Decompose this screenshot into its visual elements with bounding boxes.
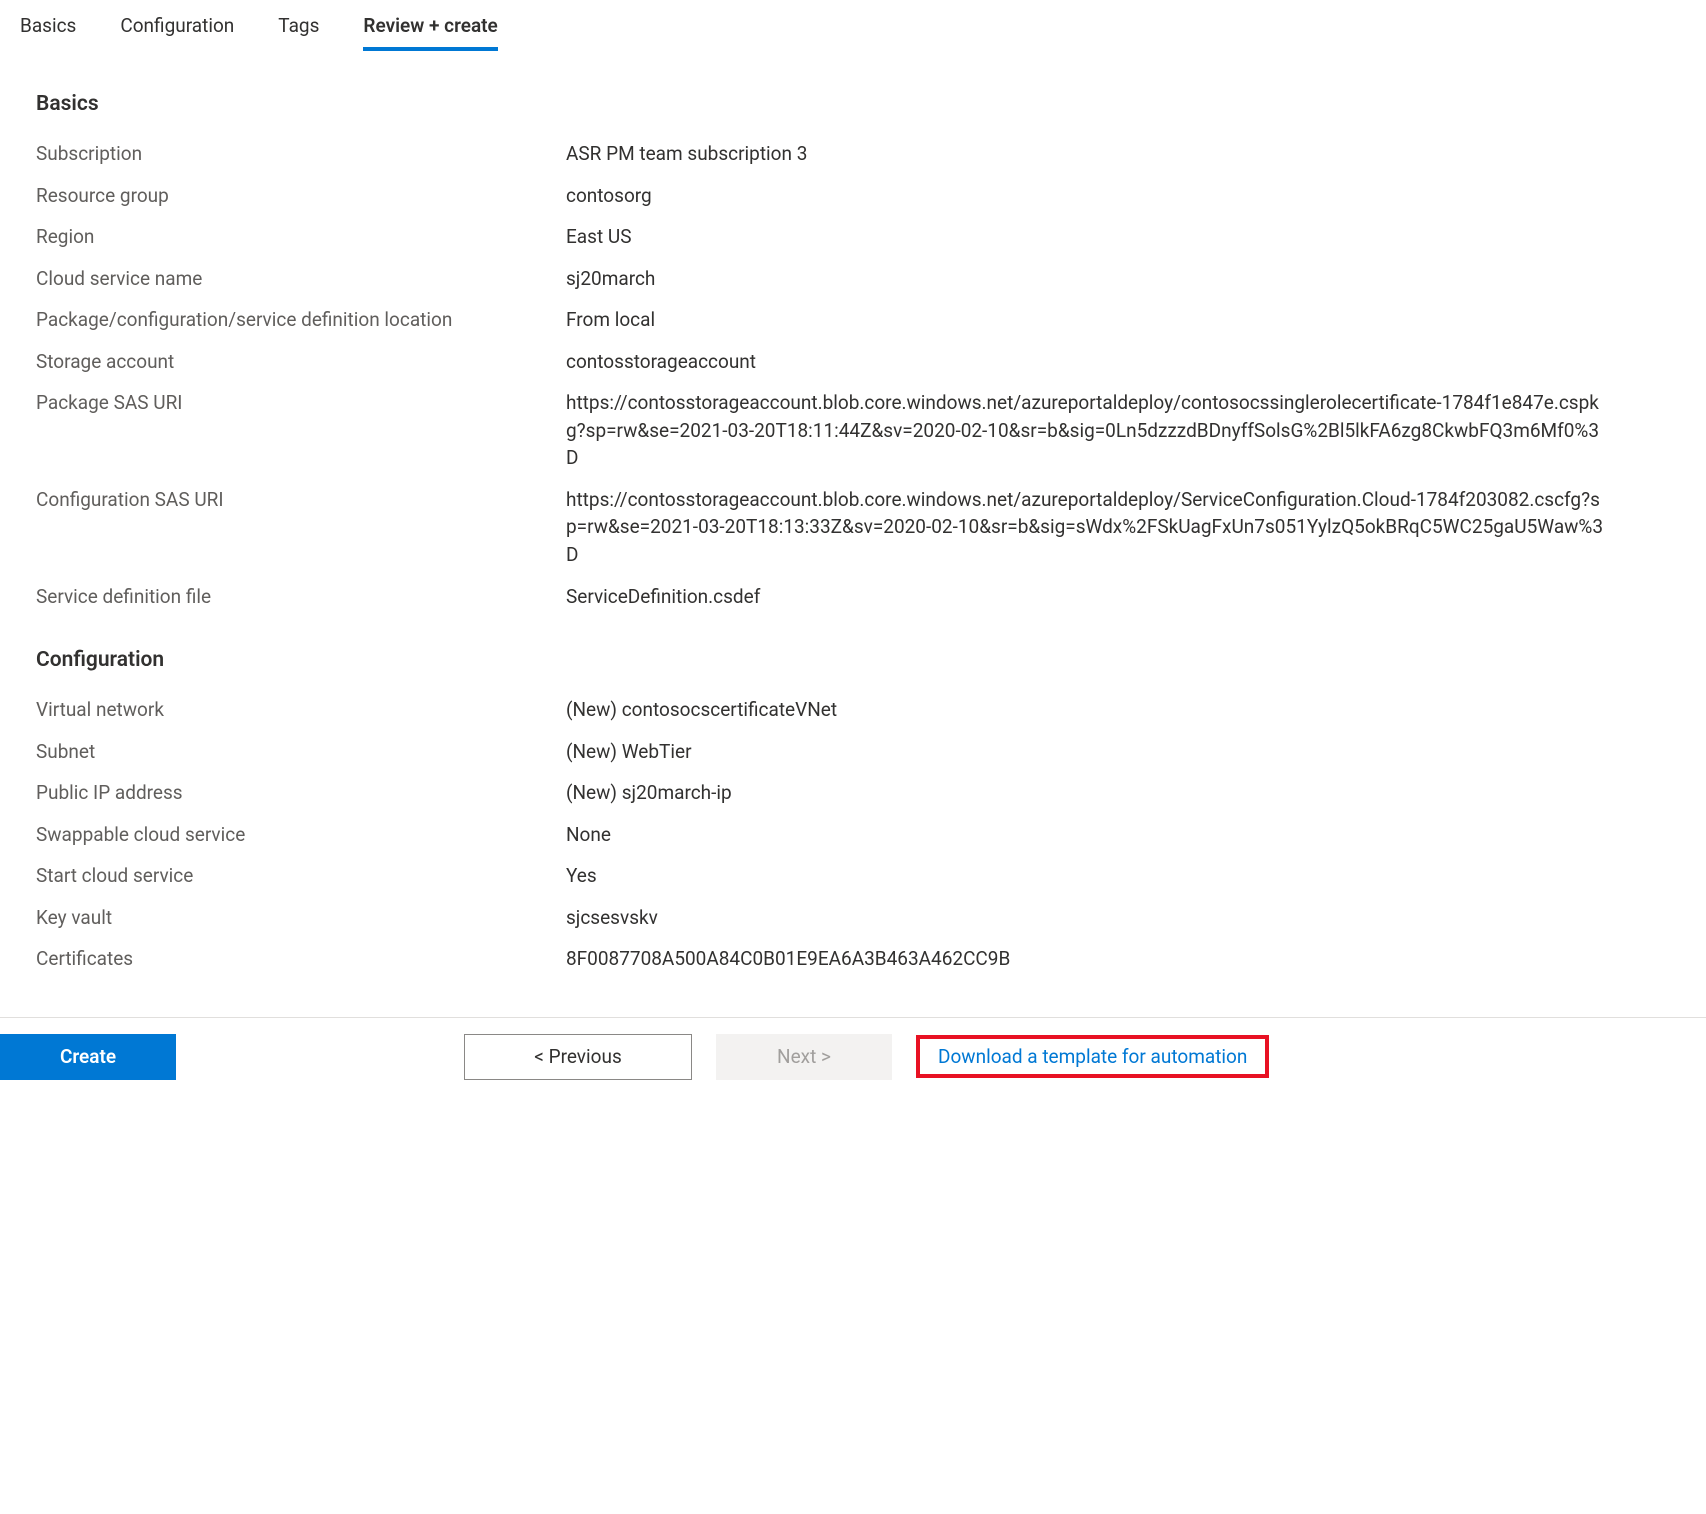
tab-review-create[interactable]: Review + create xyxy=(363,8,497,51)
value-package-location: From local xyxy=(566,306,1670,334)
label-config-sas-uri: Configuration SAS URI xyxy=(36,486,566,514)
value-subscription: ASR PM team subscription 3 xyxy=(566,140,1670,168)
create-button[interactable]: Create xyxy=(0,1034,176,1080)
tab-tags[interactable]: Tags xyxy=(278,8,319,51)
row-service-def-file: Service definition file ServiceDefinitio… xyxy=(36,583,1670,611)
row-cloud-service-name: Cloud service name sj20march xyxy=(36,265,1670,293)
label-resource-group: Resource group xyxy=(36,182,566,210)
value-subnet: (New) WebTier xyxy=(566,738,1670,766)
value-public-ip: (New) sj20march-ip xyxy=(566,779,1670,807)
value-region: East US xyxy=(566,223,1670,251)
tab-configuration[interactable]: Configuration xyxy=(120,8,234,51)
row-start-service: Start cloud service Yes xyxy=(36,862,1670,890)
value-service-def-file: ServiceDefinition.csdef xyxy=(566,583,1670,611)
value-virtual-network: (New) contosocscertificateVNet xyxy=(566,696,1670,724)
footer-bar: Create < Previous Next > Download a temp… xyxy=(0,1017,1706,1096)
label-service-def-file: Service definition file xyxy=(36,583,566,611)
value-cloud-service-name: sj20march xyxy=(566,265,1670,293)
section-heading-basics: Basics xyxy=(36,92,1670,116)
row-virtual-network: Virtual network (New) contosocscertifica… xyxy=(36,696,1670,724)
label-region: Region xyxy=(36,223,566,251)
row-package-sas-uri: Package SAS URI https://contosstorageacc… xyxy=(36,389,1670,472)
label-package-sas-uri: Package SAS URI xyxy=(36,389,566,417)
value-storage-account: contosstorageaccount xyxy=(566,348,1670,376)
label-swappable: Swappable cloud service xyxy=(36,821,566,849)
value-config-sas-uri: https://contosstorageaccount.blob.core.w… xyxy=(566,486,1670,569)
next-button: Next > xyxy=(716,1034,892,1080)
label-public-ip: Public IP address xyxy=(36,779,566,807)
row-subscription: Subscription ASR PM team subscription 3 xyxy=(36,140,1670,168)
tab-bar: Basics Configuration Tags Review + creat… xyxy=(0,0,1706,52)
label-subnet: Subnet xyxy=(36,738,566,766)
row-key-vault: Key vault sjcsesvskv xyxy=(36,904,1670,932)
value-key-vault: sjcsesvskv xyxy=(566,904,1670,932)
row-subnet: Subnet (New) WebTier xyxy=(36,738,1670,766)
review-content: Basics Subscription ASR PM team subscrip… xyxy=(0,52,1706,1017)
label-virtual-network: Virtual network xyxy=(36,696,566,724)
label-package-location: Package/configuration/service definition… xyxy=(36,306,566,334)
label-key-vault: Key vault xyxy=(36,904,566,932)
value-package-sas-uri: https://contosstorageaccount.blob.core.w… xyxy=(566,389,1670,472)
row-storage-account: Storage account contosstorageaccount xyxy=(36,348,1670,376)
value-resource-group: contosorg xyxy=(566,182,1670,210)
previous-button[interactable]: < Previous xyxy=(464,1034,692,1080)
value-swappable: None xyxy=(566,821,1670,849)
row-certificates: Certificates 8F0087708A500A84C0B01E9EA6A… xyxy=(36,945,1670,973)
row-swappable: Swappable cloud service None xyxy=(36,821,1670,849)
label-certificates: Certificates xyxy=(36,945,566,973)
label-start-service: Start cloud service xyxy=(36,862,566,890)
value-start-service: Yes xyxy=(566,862,1670,890)
download-template-link[interactable]: Download a template for automation xyxy=(938,1045,1247,1068)
tab-basics[interactable]: Basics xyxy=(20,8,76,51)
row-region: Region East US xyxy=(36,223,1670,251)
label-cloud-service-name: Cloud service name xyxy=(36,265,566,293)
row-package-location: Package/configuration/service definition… xyxy=(36,306,1670,334)
label-storage-account: Storage account xyxy=(36,348,566,376)
label-subscription: Subscription xyxy=(36,140,566,168)
row-config-sas-uri: Configuration SAS URI https://contosstor… xyxy=(36,486,1670,569)
download-template-highlight: Download a template for automation xyxy=(916,1035,1269,1078)
row-resource-group: Resource group contosorg xyxy=(36,182,1670,210)
value-certificates: 8F0087708A500A84C0B01E9EA6A3B463A462CC9B xyxy=(566,945,1670,973)
section-heading-configuration: Configuration xyxy=(36,648,1670,672)
row-public-ip: Public IP address (New) sj20march-ip xyxy=(36,779,1670,807)
